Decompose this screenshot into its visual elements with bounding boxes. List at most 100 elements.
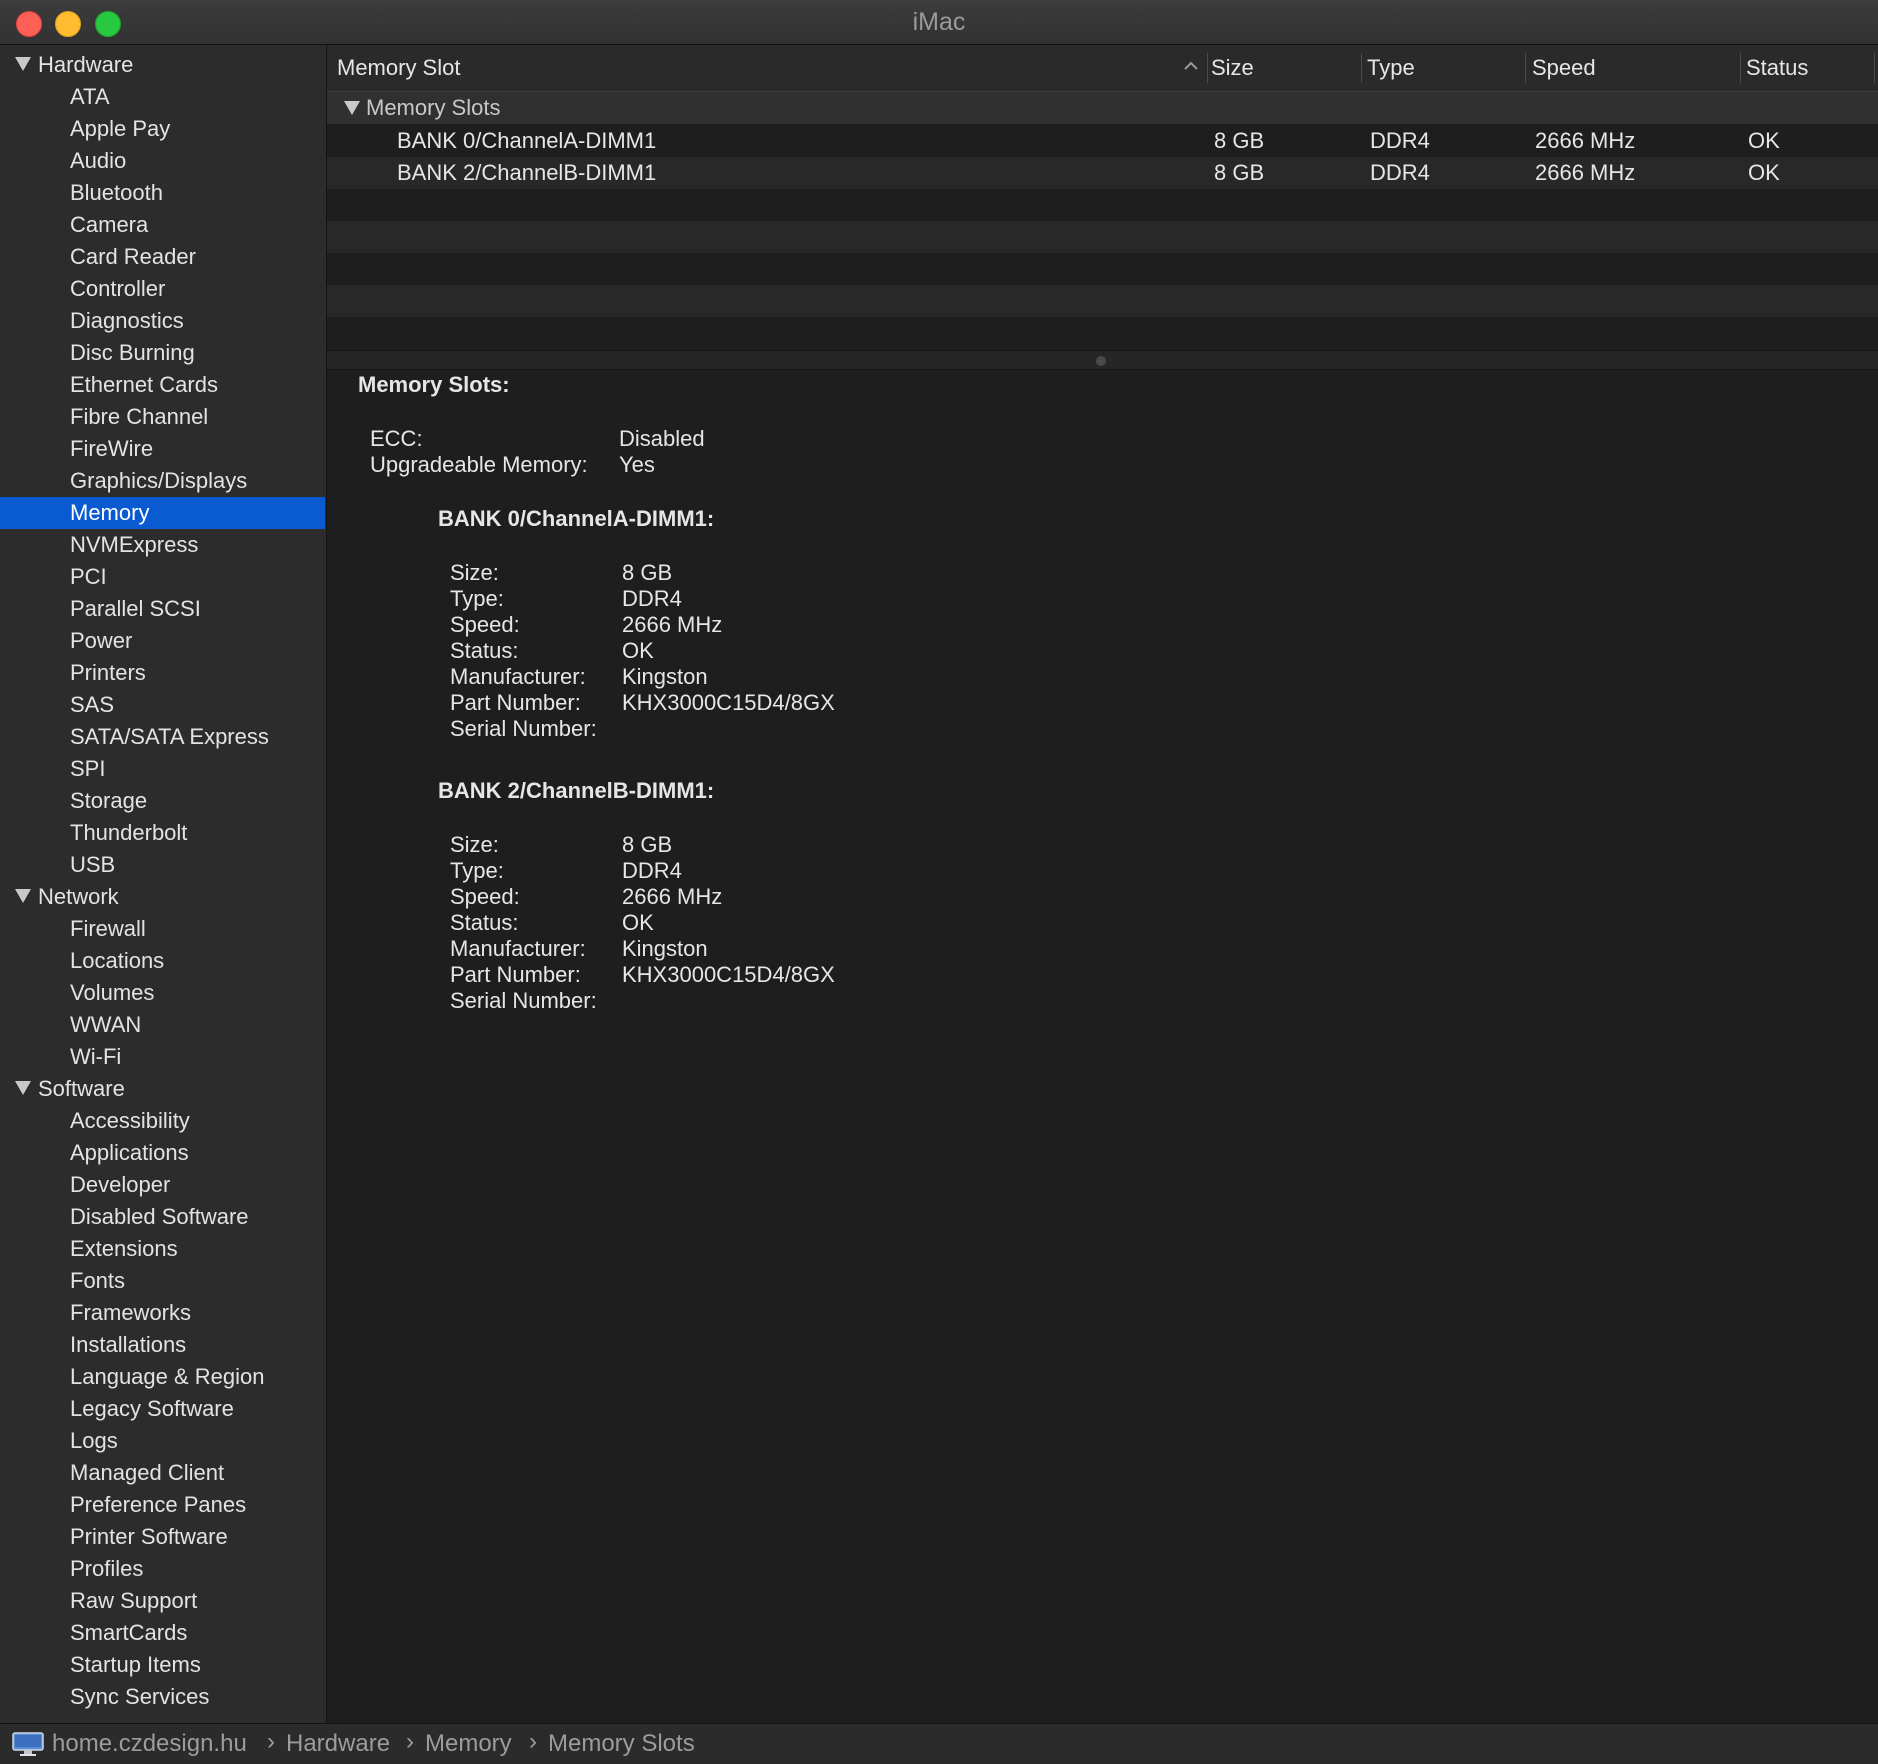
disclosure-triangle-icon[interactable]	[15, 889, 31, 903]
column-separator[interactable]	[1874, 53, 1875, 83]
sidebar-item-memory[interactable]: Memory	[0, 497, 325, 529]
table-group-label: Memory Slots	[366, 95, 501, 120]
sidebar-item-firewall[interactable]: Firewall	[0, 913, 326, 945]
sidebar-item-graphics-displays[interactable]: Graphics/Displays	[0, 465, 326, 497]
sidebar-item-wi-fi[interactable]: Wi-Fi	[0, 1041, 326, 1073]
sidebar-item-smartcards[interactable]: SmartCards	[0, 1617, 326, 1649]
sidebar-item-raw-support[interactable]: Raw Support	[0, 1585, 326, 1617]
split-view-divider[interactable]	[327, 350, 1878, 370]
sidebar-item-audio[interactable]: Audio	[0, 145, 326, 177]
table-row-empty	[327, 221, 1878, 253]
sidebar-item-applications[interactable]: Applications	[0, 1137, 326, 1169]
sidebar-item-disabled-software[interactable]: Disabled Software	[0, 1201, 326, 1233]
sidebar-item-sas[interactable]: SAS	[0, 689, 326, 721]
sidebar-item-usb[interactable]: USB	[0, 849, 326, 881]
sidebar-group-software[interactable]: Software	[0, 1073, 326, 1105]
detail-value: Disabled	[619, 426, 705, 451]
divider-handle-icon[interactable]	[1096, 356, 1106, 366]
sidebar-item-printers[interactable]: Printers	[0, 657, 326, 689]
column-header-status[interactable]: Status	[1746, 45, 1808, 91]
column-header-speed[interactable]: Speed	[1532, 45, 1596, 91]
system-information-window: iMac Hardware ATA Apple Pay Audio Bluetooth C…	[0, 0, 1878, 1764]
sidebar-item-wwan[interactable]: WWAN	[0, 1009, 326, 1041]
detail-value: DDR4	[622, 858, 682, 883]
detail-label: Speed:	[450, 884, 520, 909]
sidebar-item-apple-pay[interactable]: Apple Pay	[0, 113, 326, 145]
window-title: iMac	[912, 8, 966, 36]
disclosure-triangle-icon[interactable]	[15, 1081, 31, 1095]
table-row[interactable]: BANK 0/ChannelA-DIMM1 8 GB DDR4 2666 MHz OK	[327, 125, 1878, 157]
main-pane: Memory Slot Size Type Speed Status Memor…	[327, 45, 1878, 1723]
sidebar-item-fonts[interactable]: Fonts	[0, 1265, 326, 1297]
sidebar-item-managed-client[interactable]: Managed Client	[0, 1457, 326, 1489]
column-separator[interactable]	[1207, 53, 1208, 83]
breadcrumb-item-home-czdesign-hu[interactable]: home.czdesign.hu	[52, 1730, 247, 1758]
sidebar-item-card-reader[interactable]: Card Reader	[0, 241, 326, 273]
table-row-empty	[327, 253, 1878, 285]
sidebar-item-installations[interactable]: Installations	[0, 1329, 326, 1361]
sidebar-item-sata-sata-express[interactable]: SATA/SATA Express	[0, 721, 326, 753]
breadcrumb-item-memory[interactable]: Memory	[425, 1730, 512, 1758]
sidebar-item-parallel-scsi[interactable]: Parallel SCSI	[0, 593, 326, 625]
sidebar-item-ethernet-cards[interactable]: Ethernet Cards	[0, 369, 326, 401]
column-header-type[interactable]: Type	[1367, 45, 1415, 91]
sidebar-item-power[interactable]: Power	[0, 625, 326, 657]
sidebar-item-spi[interactable]: SPI	[0, 753, 326, 785]
sidebar-item-controller[interactable]: Controller	[0, 273, 326, 305]
sidebar-item-logs[interactable]: Logs	[0, 1425, 326, 1457]
detail-label: Part Number:	[450, 962, 581, 987]
sidebar-item-frameworks[interactable]: Frameworks	[0, 1297, 326, 1329]
sidebar-item-preference-panes[interactable]: Preference Panes	[0, 1489, 326, 1521]
column-separator[interactable]	[1525, 53, 1526, 83]
detail-label: Status:	[450, 910, 519, 935]
column-header-size[interactable]: Size	[1211, 45, 1254, 91]
detail-label: Serial Number:	[450, 716, 597, 741]
sidebar-group-hardware[interactable]: Hardware	[0, 49, 326, 81]
detail-value: 8 GB	[622, 832, 673, 857]
detail-label: ECC:	[370, 426, 423, 451]
sidebar-item-nvmexpress[interactable]: NVMExpress	[0, 529, 326, 561]
sidebar-item-locations[interactable]: Locations	[0, 945, 326, 977]
detail-label: Size:	[450, 560, 499, 585]
column-separator[interactable]	[1361, 53, 1362, 83]
sidebar-item-extensions[interactable]: Extensions	[0, 1233, 326, 1265]
breadcrumb-separator: ›	[267, 1728, 275, 1755]
sidebar-item-language-and-region[interactable]: Language & Region	[0, 1361, 326, 1393]
disclosure-triangle-icon[interactable]	[15, 57, 31, 71]
sidebar-item-pci[interactable]: PCI	[0, 561, 326, 593]
sidebar-item-disc-burning[interactable]: Disc Burning	[0, 337, 326, 369]
sidebar-item-accessibility[interactable]: Accessibility	[0, 1105, 326, 1137]
sidebar-item-profiles[interactable]: Profiles	[0, 1553, 326, 1585]
sidebar-item-bluetooth[interactable]: Bluetooth	[0, 177, 326, 209]
sidebar-item-fibre-channel[interactable]: Fibre Channel	[0, 401, 326, 433]
sidebar-item-diagnostics[interactable]: Diagnostics	[0, 305, 326, 337]
detail-label: Part Number:	[450, 690, 581, 715]
breadcrumb-item-hardware[interactable]: Hardware	[286, 1730, 390, 1758]
cell-size: 8 GB	[1214, 160, 1265, 185]
sidebar-item-firewire[interactable]: FireWire	[0, 433, 326, 465]
detail-value: KHX3000C15D4/8GX	[622, 690, 835, 715]
sidebar-item-sync-services[interactable]: Sync Services	[0, 1681, 326, 1713]
sidebar-item-ata[interactable]: ATA	[0, 81, 326, 113]
table-row[interactable]: BANK 2/ChannelB-DIMM1 8 GB DDR4 2666 MHz OK	[327, 157, 1878, 189]
disclosure-triangle-icon[interactable]	[344, 101, 360, 115]
bank-title: BANK 0/ChannelA-DIMM1:	[438, 506, 715, 531]
sidebar-group-network[interactable]: Network	[0, 881, 326, 913]
cell-type: DDR4	[1370, 128, 1430, 153]
table-group-memory-slots[interactable]: Memory Slots	[327, 92, 1878, 124]
column-separator[interactable]	[1740, 53, 1741, 83]
sidebar-item-thunderbolt[interactable]: Thunderbolt	[0, 817, 326, 849]
sidebar-item-volumes[interactable]: Volumes	[0, 977, 326, 1009]
sidebar-item-camera[interactable]: Camera	[0, 209, 326, 241]
sidebar-item-storage[interactable]: Storage	[0, 785, 326, 817]
breadcrumb-item-memory-slots[interactable]: Memory Slots	[548, 1730, 695, 1758]
detail-value: OK	[622, 910, 654, 935]
sidebar[interactable]: Hardware ATA Apple Pay Audio Bluetooth Camera…	[0, 45, 327, 1723]
sidebar-item-startup-items[interactable]: Startup Items	[0, 1649, 326, 1681]
column-header-memory-slot[interactable]: Memory Slot	[337, 45, 460, 91]
sort-ascending-icon[interactable]	[1182, 57, 1200, 75]
sidebar-item-legacy-software[interactable]: Legacy Software	[0, 1393, 326, 1425]
sidebar-item-developer[interactable]: Developer	[0, 1169, 326, 1201]
sidebar-item-printer-software[interactable]: Printer Software	[0, 1521, 326, 1553]
detail-label: Manufacturer:	[450, 936, 586, 961]
